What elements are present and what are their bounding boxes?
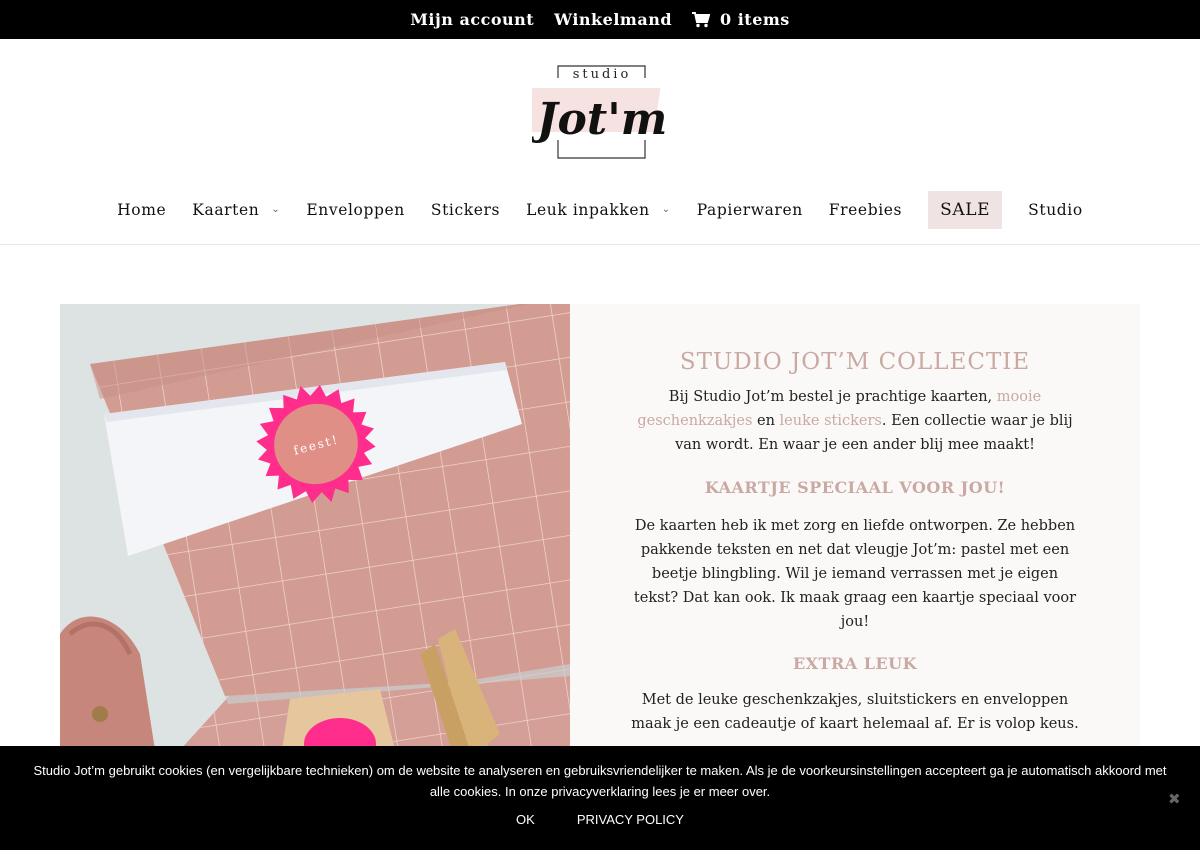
intro-paragraph: Bij Studio Jot’m bestel je prachtige kaa… bbox=[628, 385, 1082, 457]
cart-link[interactable]: Winkelmand bbox=[554, 10, 672, 29]
extra-paragraph: Met de leuke geschenkzakjes, sluitsticke… bbox=[631, 692, 1079, 732]
header-divider bbox=[0, 244, 1200, 245]
shopping-cart-icon bbox=[692, 11, 711, 28]
cookie-message: Studio Jot’m gebruikt cookies (en vergel… bbox=[33, 763, 1167, 799]
nav-label: Studio bbox=[1028, 201, 1083, 219]
extra-heading: EXTRA LEUK bbox=[792, 654, 918, 673]
logo-studio-text: studio bbox=[573, 67, 632, 82]
my-account-link[interactable]: Mijn account bbox=[410, 10, 534, 29]
nav-item-stickers[interactable]: Stickers bbox=[431, 201, 500, 219]
nav-label: Stickers bbox=[430, 201, 501, 219]
intro-text-2: en bbox=[752, 413, 780, 429]
hero-image: feest! bbox=[60, 304, 570, 750]
close-icon[interactable]: ✖ bbox=[1168, 790, 1181, 808]
nav-label: Papierwaren bbox=[696, 201, 803, 219]
nav-item-kaarten[interactable]: Kaarten ⌄ bbox=[192, 201, 280, 219]
cookie-ok-button[interactable]: OK bbox=[495, 812, 556, 827]
stickers-link[interactable]: leuke stickers bbox=[780, 413, 882, 429]
cookie-actions: OK PRIVACY POLICY bbox=[0, 812, 1200, 827]
nav-item-sale[interactable]: SALE bbox=[928, 191, 1003, 229]
main-nav: Home Kaarten ⌄ Enveloppen Stickers Leuk i… bbox=[0, 188, 1200, 232]
chevron-down-icon: ⌄ bbox=[661, 203, 671, 215]
nav-item-leuk-inpakken[interactable]: Leuk inpakken ⌄ bbox=[526, 201, 671, 219]
nav-label: Enveloppen bbox=[306, 201, 405, 219]
top-bar: Mijn account Winkelmand 0 items bbox=[0, 0, 1200, 39]
nav-label: Home bbox=[117, 201, 167, 219]
nav-label: Freebies bbox=[828, 201, 903, 219]
nav-label: Leuk inpakken bbox=[526, 201, 650, 219]
intro-text-1: Bij Studio Jot’m bestel je prachtige kaa… bbox=[668, 389, 997, 405]
logo-name-text: Jot'm bbox=[532, 94, 667, 145]
chevron-down-icon: ⌄ bbox=[271, 203, 281, 215]
cart-items-link[interactable]: 0 items bbox=[692, 10, 790, 29]
site-logo[interactable]: studio Jot'm bbox=[526, 62, 672, 162]
nav-item-home[interactable]: Home bbox=[117, 201, 166, 219]
cookie-banner: Studio Jot’m gebruikt cookies (en vergel… bbox=[0, 746, 1200, 850]
cart-items-count: 0 items bbox=[720, 10, 790, 29]
nav-item-enveloppen[interactable]: Enveloppen bbox=[306, 201, 405, 219]
cards-heading: KAARTJE SPECIAAL VOOR JOU! bbox=[704, 478, 1006, 497]
nav-item-studio[interactable]: Studio bbox=[1028, 201, 1083, 219]
nav-item-papierwaren[interactable]: Papierwaren bbox=[697, 201, 803, 219]
nav-label: Kaarten bbox=[192, 201, 260, 219]
nav-label: SALE bbox=[940, 200, 991, 220]
cards-paragraph: De kaarten heb ik met zorg en liefde ont… bbox=[633, 518, 1077, 630]
intro-panel: STUDIO JOT’M COLLECTIE Bij Studio Jot’m … bbox=[570, 304, 1140, 750]
collection-title: STUDIO JOT’M COLLECTIE bbox=[679, 349, 1031, 375]
nav-item-freebies[interactable]: Freebies bbox=[829, 201, 902, 219]
privacy-policy-button[interactable]: PRIVACY POLICY bbox=[556, 812, 705, 827]
